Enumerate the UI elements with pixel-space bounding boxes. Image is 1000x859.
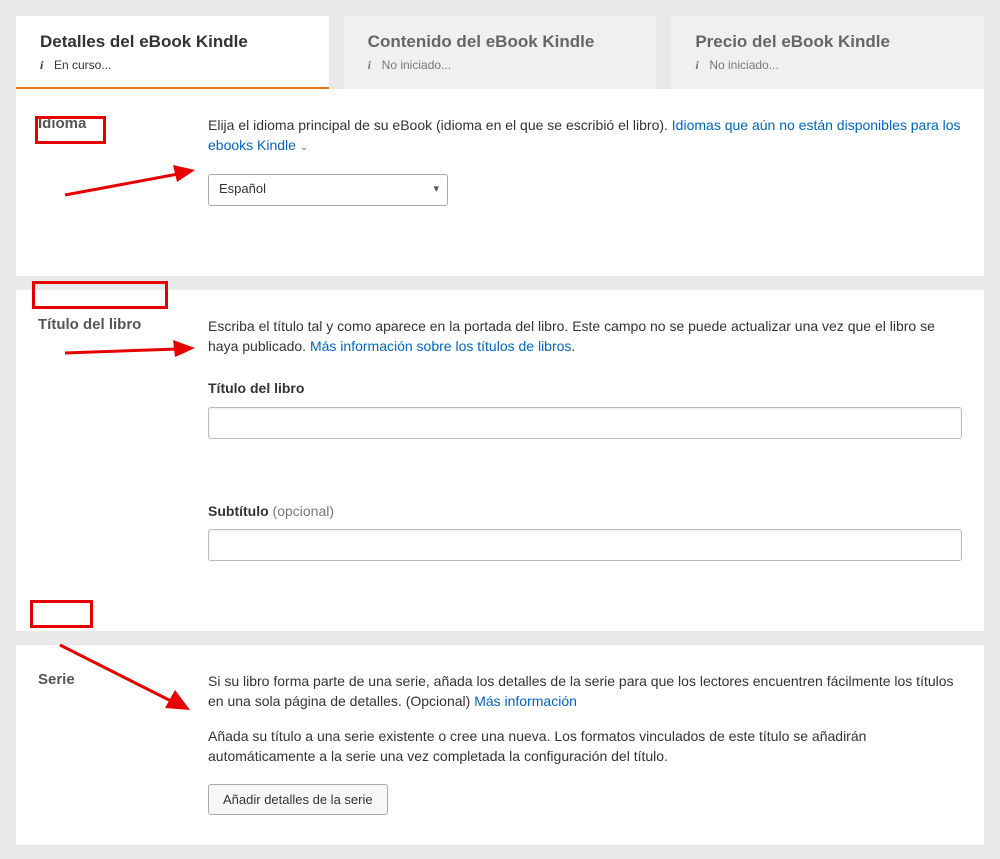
language-selected: Español bbox=[219, 180, 266, 199]
info-icon: i bbox=[368, 58, 378, 73]
language-desc: Elija el idioma principal de su eBook (i… bbox=[208, 117, 672, 133]
step-tabs: Detalles del eBook Kindle iEn curso... C… bbox=[0, 0, 1000, 89]
info-icon: i bbox=[695, 58, 705, 73]
tab-details[interactable]: Detalles del eBook Kindle iEn curso... bbox=[16, 16, 329, 89]
tab-price-title: Precio del eBook Kindle bbox=[695, 32, 960, 52]
series-desc1: Si su libro forma parte de una serie, añ… bbox=[208, 673, 954, 709]
link-series-info[interactable]: Más información bbox=[474, 693, 577, 709]
dropdown-arrow-icon: ▾ bbox=[433, 182, 439, 198]
info-icon: i bbox=[40, 58, 50, 73]
tab-details-title: Detalles del eBook Kindle bbox=[40, 32, 305, 52]
panel-language: Idioma Elija el idioma principal de su e… bbox=[16, 89, 984, 276]
label-book-title: Título del libro bbox=[208, 378, 962, 398]
tab-details-status: iEn curso... bbox=[40, 58, 305, 73]
heading-language: Idioma bbox=[38, 115, 208, 132]
tab-price-status: iNo iniciado... bbox=[695, 58, 960, 73]
series-desc2: Añada su título a una serie existente o … bbox=[208, 726, 962, 767]
label-subtitle: Subtítulo (opcional) bbox=[208, 501, 962, 521]
tab-price[interactable]: Precio del eBook Kindle iNo iniciado... bbox=[671, 16, 984, 89]
panel-series: Serie Si su libro forma parte de una ser… bbox=[16, 645, 984, 845]
chevron-down-icon: ⌄ bbox=[300, 142, 308, 153]
language-select[interactable]: Español ▾ bbox=[208, 174, 448, 206]
tab-content-status: iNo iniciado... bbox=[368, 58, 633, 73]
add-series-details-button[interactable]: Añadir detalles de la serie bbox=[208, 784, 388, 815]
link-title-info[interactable]: Más información sobre los títulos de lib… bbox=[310, 338, 571, 354]
panel-title: Título del libro Escriba el título tal y… bbox=[16, 290, 984, 631]
book-title-input[interactable] bbox=[208, 407, 962, 439]
tab-content-title: Contenido del eBook Kindle bbox=[368, 32, 633, 52]
subtitle-input[interactable] bbox=[208, 529, 962, 561]
tab-content[interactable]: Contenido del eBook Kindle iNo iniciado.… bbox=[344, 16, 657, 89]
heading-title: Título del libro bbox=[38, 316, 208, 333]
heading-series: Serie bbox=[38, 671, 208, 688]
